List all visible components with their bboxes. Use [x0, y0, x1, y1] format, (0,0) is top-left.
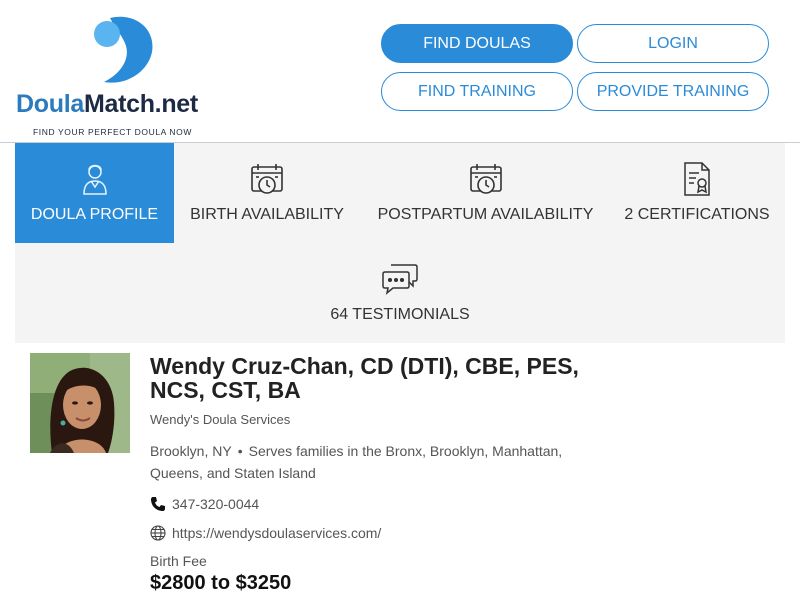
site-logo[interactable]: DoulaMatch.net FIND YOUR PERFECT DOULA N… — [16, 10, 226, 137]
doula-name: Wendy Cruz-Chan, CD (DTI), CBE, PES, NCS… — [150, 353, 579, 403]
city: Brooklyn, NY — [150, 443, 232, 459]
tab-label: 2 CERTIFICATIONS — [624, 206, 770, 223]
doula-profile-photo — [30, 353, 130, 453]
find-training-button[interactable]: FIND TRAINING — [381, 72, 573, 111]
doula-person-icon — [77, 161, 113, 197]
tab-label: BIRTH AVAILABILITY — [190, 206, 344, 223]
calendar-clock-icon — [468, 161, 504, 197]
site-header: DoulaMatch.net FIND YOUR PERFECT DOULA N… — [0, 0, 800, 143]
tab-label: POSTPARTUM AVAILABILITY — [377, 206, 594, 223]
tab-label: DOULA PROFILE — [30, 206, 159, 223]
tab-label: 64 TESTIMONIALS — [330, 306, 470, 323]
phone-row[interactable]: 347-320-0044 — [150, 496, 259, 512]
birth-fee-label: Birth Fee — [150, 553, 207, 569]
business-name: Wendy's Doula Services — [150, 412, 291, 427]
logo-wordmark: DoulaMatch.net — [16, 90, 198, 118]
calendar-clock-icon — [249, 161, 285, 197]
chat-bubbles-icon — [382, 261, 418, 297]
find-doulas-button[interactable]: FIND DOULAS — [381, 24, 573, 63]
tab-doula-profile[interactable]: DOULA PROFILE — [15, 143, 174, 243]
profile-tabs: DOULA PROFILE BIRTH AVAILABILITY POSTPAR… — [15, 143, 785, 343]
tab-testimonials[interactable]: 64 TESTIMONIALS — [315, 243, 485, 343]
website-row[interactable]: https://wendysdoulaservices.com/ — [150, 525, 381, 541]
certificate-icon — [679, 161, 715, 197]
globe-icon — [150, 525, 166, 541]
logo-tagline: FIND YOUR PERFECT DOULA NOW — [33, 127, 192, 137]
birth-fee-value: $2800 to $3250 — [150, 572, 292, 594]
tab-birth-availability[interactable]: BIRTH AVAILABILITY — [181, 143, 353, 243]
website-link[interactable]: https://wendysdoulaservices.com/ — [172, 525, 381, 541]
phone-icon — [150, 496, 166, 512]
tab-certifications[interactable]: 2 CERTIFICATIONS — [620, 143, 774, 243]
location-info: Brooklyn, NY • Serves families in the Bron… — [150, 440, 610, 484]
tab-postpartum-availability[interactable]: POSTPARTUM AVAILABILITY — [373, 143, 598, 243]
provide-training-button[interactable]: PROVIDE TRAINING — [577, 72, 769, 111]
logo-mark-icon — [94, 16, 153, 83]
phone-number[interactable]: 347-320-0044 — [172, 496, 259, 512]
separator-dot: • — [237, 443, 243, 459]
login-button[interactable]: LOGIN — [577, 24, 769, 63]
